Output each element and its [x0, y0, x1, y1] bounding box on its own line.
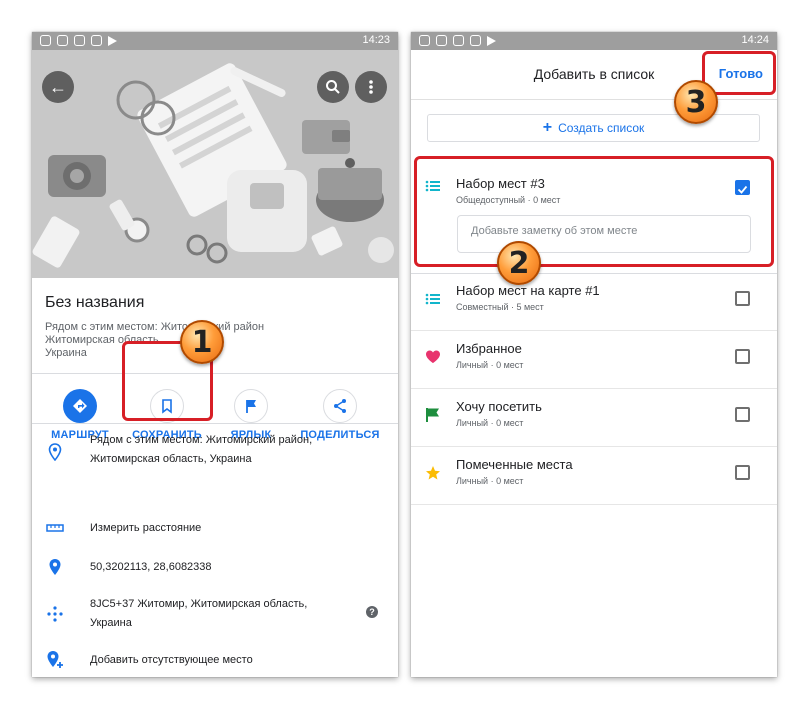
arrow-left-icon: ←: [49, 76, 67, 97]
list-checkbox[interactable]: [735, 349, 750, 364]
measure-distance-text: Измерить расстояние: [90, 522, 202, 534]
help-icon[interactable]: ?: [366, 606, 378, 618]
add-to-list-screen: 14:24 Добавить в список Готово + Создать…: [411, 32, 777, 677]
status-bar: 14:24: [411, 32, 777, 50]
highlight-list: [414, 156, 774, 267]
instagram-icon: [436, 35, 447, 46]
list-item[interactable]: Помеченные места Личный · 0 мест: [411, 447, 777, 505]
play-icon: [487, 36, 496, 46]
step-badge-1: 1: [180, 320, 224, 364]
list-name: Хочу посетить: [456, 399, 542, 414]
plus-code-text: 8JC5+37 Житомир, Житомирская область, Ук…: [90, 598, 308, 629]
create-list-label: Создать список: [558, 121, 645, 135]
list-name: Избранное: [456, 341, 522, 356]
location-pin-outline-icon: [46, 443, 64, 461]
step-badge-3: 3: [674, 80, 718, 124]
divider: [32, 423, 398, 424]
step-badge-2: 2: [497, 241, 541, 285]
coordinates-text: 50,3202113, 28,6082338: [90, 561, 212, 573]
list-name: Помеченные места: [456, 457, 573, 472]
facebook-icon: [91, 35, 102, 46]
plus-icon: +: [542, 119, 553, 136]
list-item[interactable]: Избранное Личный · 0 мест: [411, 331, 777, 389]
flag-icon: [234, 389, 268, 423]
share-icon: [323, 389, 357, 423]
list-checkbox[interactable]: [735, 465, 750, 480]
more-vert-icon: [369, 80, 373, 94]
list-item[interactable]: Набор мест на карте #1 Совместный · 5 ме…: [411, 273, 777, 331]
status-bar: 14:23: [32, 32, 398, 50]
list-meta: Личный · 0 мест: [456, 476, 524, 486]
instagram-icon: [419, 35, 430, 46]
directions-icon: [63, 389, 97, 423]
location-pin-icon: [46, 558, 64, 576]
notification-icons: [419, 35, 496, 46]
list-checkbox[interactable]: [735, 291, 750, 306]
status-time: 14:23: [362, 34, 390, 46]
list-meta: Личный · 0 мест: [456, 360, 524, 370]
list-name: Набор мест на карте #1: [456, 283, 600, 298]
notification-icons: [40, 35, 117, 46]
star-icon: [426, 466, 440, 480]
play-icon: [108, 36, 117, 46]
divider: [32, 373, 398, 374]
place-title: Без названия: [45, 294, 145, 311]
more-options-button[interactable]: [355, 71, 387, 103]
ruler-icon: [46, 519, 64, 537]
instagram-icon: [453, 35, 464, 46]
instagram-icon: [57, 35, 68, 46]
search-button[interactable]: [317, 71, 349, 103]
green-flag-icon: [426, 408, 439, 422]
instagram-icon: [40, 35, 51, 46]
list-item[interactable]: Хочу посетить Личный · 0 мест: [411, 389, 777, 447]
list-meta: Совместный · 5 мест: [456, 302, 544, 312]
search-icon: [326, 80, 340, 94]
back-button[interactable]: ←: [42, 71, 74, 103]
facebook-icon: [470, 35, 481, 46]
add-location-icon: [46, 651, 64, 669]
list-icon: [425, 293, 440, 305]
list-meta: Личный · 0 мест: [456, 418, 524, 428]
status-time: 14:24: [741, 34, 769, 46]
list-checkbox[interactable]: [735, 407, 750, 422]
heart-icon: [426, 350, 440, 363]
plus-code-icon: [46, 605, 64, 623]
instagram-icon: [74, 35, 85, 46]
nearby-address-text: Рядом с этим местом: Житомирский район, …: [90, 434, 313, 465]
add-missing-place-text: Добавить отсутствующее место: [90, 654, 253, 666]
